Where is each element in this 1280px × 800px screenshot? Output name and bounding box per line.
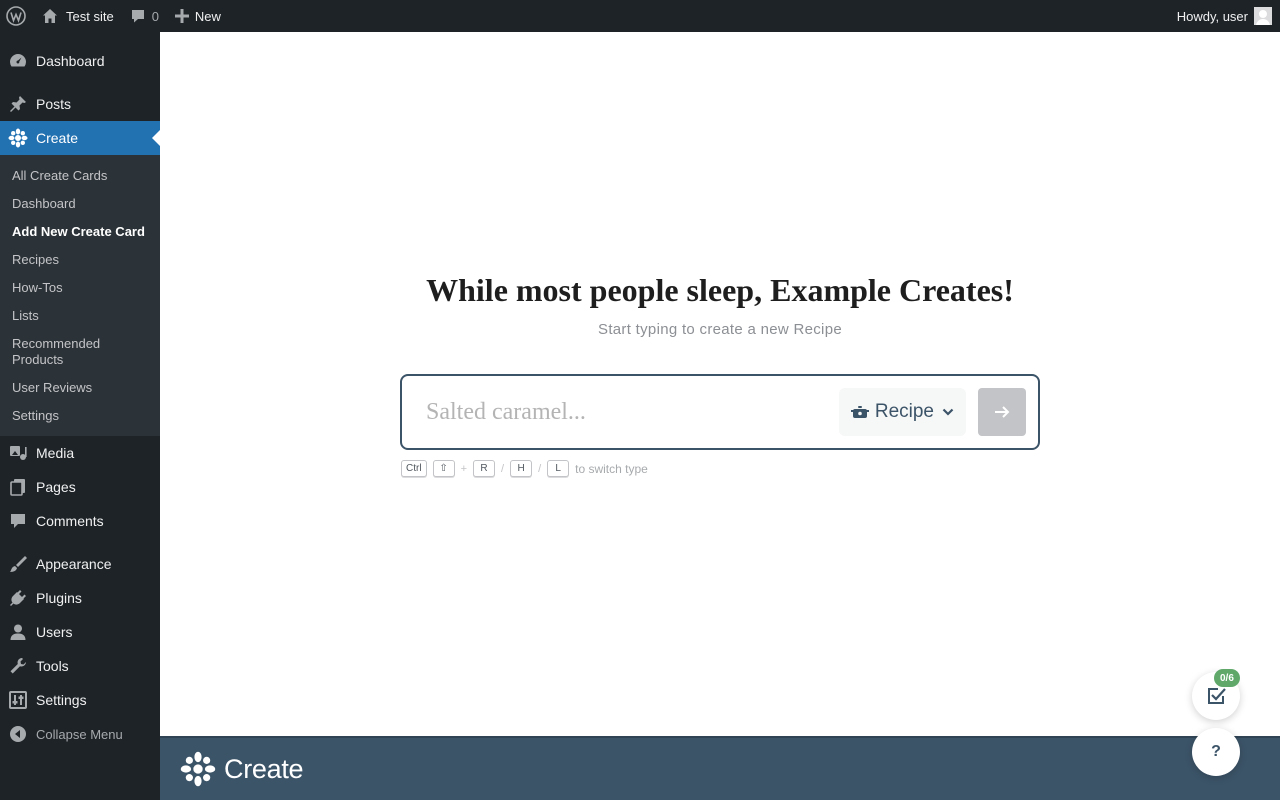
menu-item-plugins[interactable]: Plugins <box>0 581 160 615</box>
slash-separator: / <box>501 462 505 475</box>
checklist-progress-badge: 0/6 <box>1214 669 1240 687</box>
collapse-menu-button[interactable]: Collapse Menu <box>0 717 160 751</box>
help-label: ? <box>1211 743 1221 760</box>
key-ctrl: Ctrl <box>401 460 427 477</box>
menu-label: Appearance <box>36 556 112 572</box>
card-type-select[interactable]: Recipe <box>838 388 966 436</box>
key-r: R <box>473 460 495 477</box>
card-title-input[interactable] <box>426 398 839 426</box>
comment-bubble-icon <box>131 10 144 23</box>
menu-item-tools[interactable]: Tools <box>0 649 160 683</box>
wordpress-logo-button[interactable] <box>0 0 34 32</box>
cooking-pot-icon <box>850 403 869 421</box>
menu-label: Dashboard <box>36 53 105 69</box>
avatar <box>1254 7 1272 25</box>
menu-item-media[interactable]: Media <box>0 436 160 470</box>
menu-item-posts[interactable]: Posts <box>0 87 160 121</box>
dashboard-icon <box>0 51 36 71</box>
comments-link[interactable]: 0 <box>122 0 167 32</box>
submenu-item-recipes[interactable]: Recipes <box>0 246 160 274</box>
menu-label: Settings <box>36 692 87 708</box>
create-card-form: Recipe <box>400 374 1040 450</box>
sliders-icon <box>0 690 36 710</box>
wrench-icon <box>0 656 36 676</box>
submenu-item-settings[interactable]: Settings <box>0 402 160 430</box>
menu-label: Users <box>36 624 73 640</box>
menu-label: Plugins <box>36 590 82 606</box>
submenu-item-add-new-create-card[interactable]: Add New Create Card <box>0 218 160 246</box>
submenu-item-how-tos[interactable]: How-Tos <box>0 274 160 302</box>
chevron-down-icon <box>942 406 954 418</box>
menu-label: Tools <box>36 658 69 674</box>
home-icon <box>43 9 57 23</box>
brand-name: Create <box>224 753 304 784</box>
keyboard-shortcut-hint: Ctrl ⇧ + R / H / L to switch type <box>401 460 648 477</box>
collapse-arrow-icon <box>0 725 36 743</box>
page-subtitle: Start typing to create a new Recipe <box>598 321 842 338</box>
paintbrush-icon <box>0 554 36 574</box>
menu-label: Pages <box>36 479 76 495</box>
new-content-button[interactable]: New <box>167 0 229 32</box>
key-l: L <box>547 460 570 477</box>
menu-label: Create <box>36 130 79 146</box>
comments-count: 0 <box>151 8 159 24</box>
user-account-menu[interactable]: Howdy, user <box>1177 7 1280 25</box>
menu-item-comments[interactable]: Comments <box>0 504 160 538</box>
create-logo-icon <box>180 751 216 787</box>
menu-item-settings[interactable]: Settings <box>0 683 160 717</box>
arrow-right-icon <box>995 406 1010 418</box>
admin-sidebar: Dashboard Posts Create All Create Cards … <box>0 32 160 800</box>
key-h: H <box>510 460 533 477</box>
key-shift: ⇧ <box>432 460 455 477</box>
menu-item-users[interactable]: Users <box>0 615 160 649</box>
menu-item-pages[interactable]: Pages <box>0 470 160 504</box>
pages-icon <box>0 477 36 497</box>
menu-label: Posts <box>36 96 72 112</box>
help-button[interactable]: ? <box>1192 728 1240 776</box>
plus-icon <box>174 9 189 23</box>
menu-label: Media <box>36 445 75 461</box>
submenu-item-dashboard[interactable]: Dashboard <box>0 190 160 218</box>
submenu-item-user-reviews[interactable]: User Reviews <box>0 374 160 402</box>
plug-icon <box>0 588 36 608</box>
menu-label: Comments <box>36 513 104 529</box>
menu-item-dashboard[interactable]: Dashboard <box>0 44 160 78</box>
page-title: While most people sleep, Example Creates… <box>426 272 1014 308</box>
user-icon <box>0 622 36 642</box>
collapse-label: Collapse Menu <box>36 726 123 742</box>
main-content: While most people sleep, Example Creates… <box>160 32 1280 736</box>
menu-item-appearance[interactable]: Appearance <box>0 547 160 581</box>
submenu-item-all-create-cards[interactable]: All Create Cards <box>0 162 160 190</box>
plugin-footer: Create <box>160 736 1280 800</box>
wordpress-logo-icon <box>6 6 26 26</box>
selected-type-label: Recipe <box>874 401 934 422</box>
menu-item-create[interactable]: Create <box>0 121 160 155</box>
hint-text: to switch type <box>575 461 648 476</box>
flower-icon <box>0 128 36 148</box>
site-name-link[interactable]: Test site <box>34 0 122 32</box>
plus-separator: + <box>460 462 467 475</box>
new-label: New <box>194 8 221 24</box>
media-icon <box>0 443 36 463</box>
admin-bar: Test site 0 New Howdy, user <box>0 0 1280 32</box>
comment-bubble-icon <box>0 511 36 531</box>
pin-icon <box>0 94 36 114</box>
site-name: Test site <box>66 8 114 24</box>
submenu-item-recommended-products[interactable]: Recommended Products <box>0 330 120 374</box>
greeting: Howdy, user <box>1176 8 1248 24</box>
slash-separator: / <box>538 462 542 475</box>
submit-button[interactable] <box>978 388 1026 436</box>
create-submenu: All Create Cards Dashboard Add New Creat… <box>0 155 160 436</box>
checkbox-icon <box>1208 688 1226 704</box>
submenu-item-lists[interactable]: Lists <box>0 302 160 330</box>
